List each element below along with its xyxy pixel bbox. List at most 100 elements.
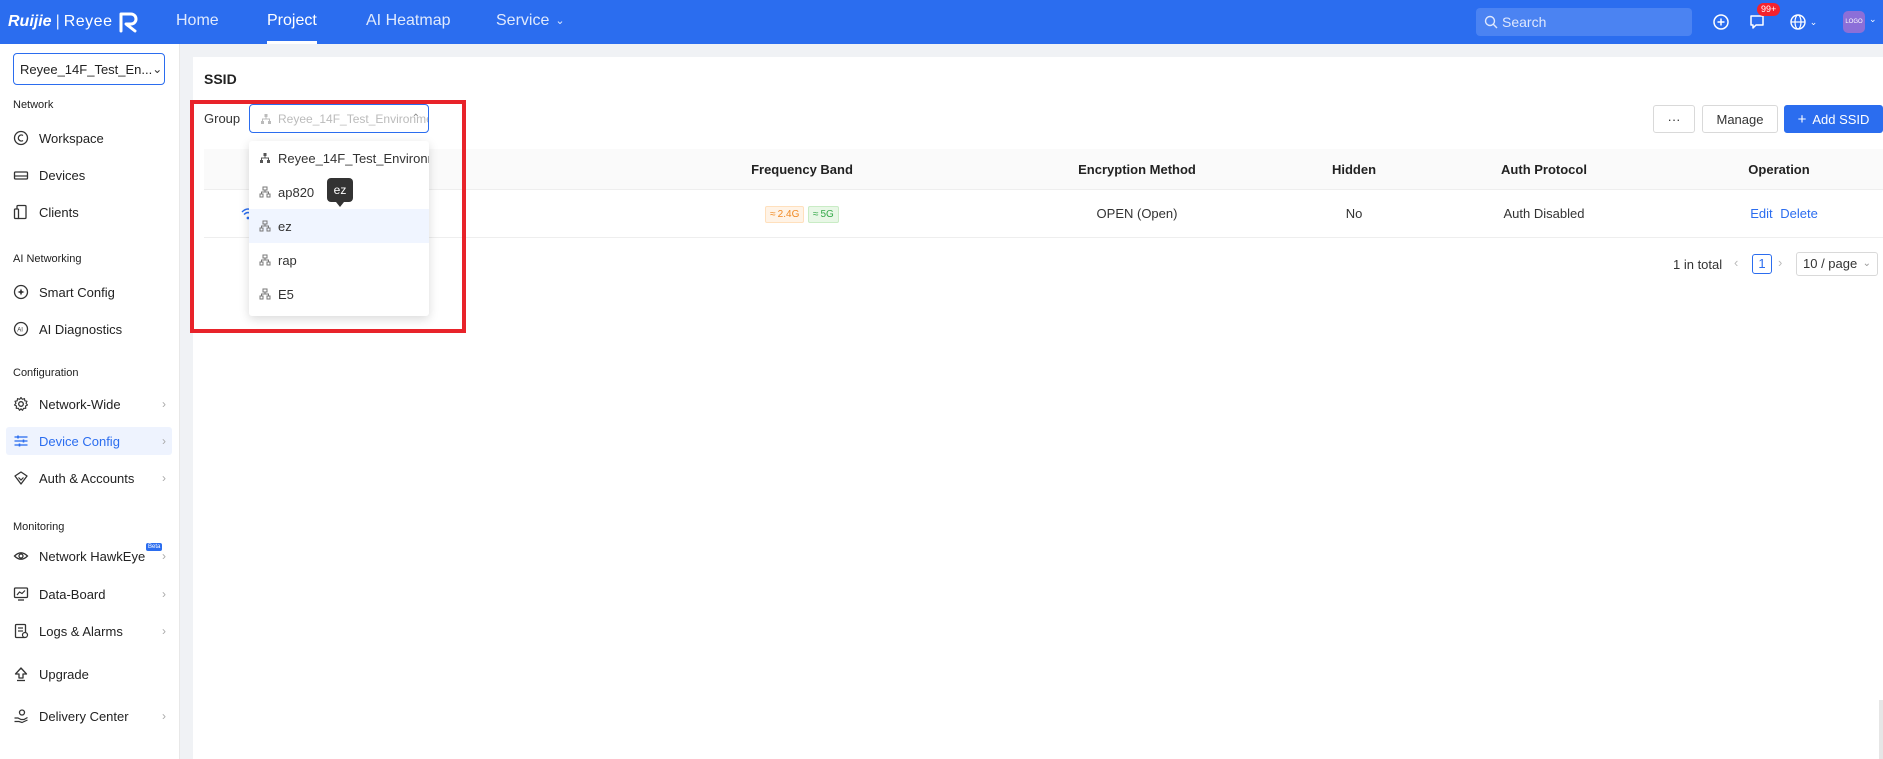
chevron-right-icon: ›: [162, 434, 166, 448]
dropdown-option-rap[interactable]: rap: [249, 243, 429, 277]
sidebar-item-network-hawkeye[interactable]: Network HawkEye Beta ›: [6, 542, 172, 570]
project-name: Reyee_14F_Test_En...: [20, 61, 153, 77]
option-tooltip: ez: [327, 178, 353, 207]
group-tree-icon: [261, 113, 271, 124]
subgroup-icon: [259, 254, 271, 266]
sidebar-item-auth-accounts[interactable]: Auth & Accounts ›: [6, 464, 172, 492]
scrollbar-track[interactable]: [1879, 700, 1883, 759]
column-header-frequency-band[interactable]: Frequency Band: [747, 149, 857, 190]
monitor-chart-icon: [13, 587, 29, 601]
chevron-right-icon: ›: [162, 549, 166, 563]
sidebar-item-devices[interactable]: Devices: [6, 161, 172, 189]
chevron-right-icon: ›: [162, 397, 166, 411]
search-input[interactable]: Search: [1476, 8, 1692, 36]
sidebar-item-label: Logs & Alarms: [39, 623, 123, 639]
subgroup-icon: [259, 186, 271, 198]
beta-badge: Beta: [146, 543, 163, 551]
band-5g-label: 5G: [820, 209, 834, 221]
logo-product-text: Reyee: [63, 13, 113, 30]
nav-home[interactable]: Home: [176, 0, 219, 44]
dropdown-option-ez[interactable]: ez: [249, 209, 429, 243]
add-ssid-button[interactable]: + Add SSID: [1784, 105, 1883, 133]
sidebar: Reyee_14F_Test_En... ⌄ Network Workspace…: [0, 44, 180, 759]
section-title-ai-networking: AI Networking: [13, 253, 82, 265]
group-label: Group: [204, 111, 241, 126]
sidebar-item-device-config[interactable]: Device Config ›: [6, 427, 172, 455]
band-5g-tag: ≈ 5G: [807, 206, 839, 224]
search-icon: [1484, 15, 1498, 29]
logo-brand-text: Ruijie: [8, 13, 52, 30]
sidebar-item-ai-diagnostics[interactable]: AI AI Diagnostics: [6, 315, 172, 343]
nav-ai-heatmap[interactable]: AI Heatmap: [366, 0, 450, 44]
chevron-down-icon: ⌄: [152, 62, 163, 76]
section-title-monitoring: Monitoring: [13, 521, 65, 533]
column-header-hidden[interactable]: Hidden: [1314, 149, 1394, 190]
add-circle-icon[interactable]: [1709, 10, 1733, 34]
subgroup-icon: [259, 288, 271, 300]
dropdown-option-e5[interactable]: E5: [249, 277, 429, 311]
devices-icon: [13, 171, 29, 180]
dropdown-option-label: ez: [278, 218, 292, 234]
edit-link[interactable]: Edit: [1750, 206, 1772, 221]
sidebar-item-clients[interactable]: Clients: [6, 198, 172, 226]
sidebar-item-label: Delivery Center: [39, 708, 129, 724]
svg-text:AI: AI: [17, 328, 23, 334]
sidebar-item-logs-alarms[interactable]: Logs & Alarms ›: [6, 617, 172, 645]
dropdown-option-label: Reyee_14F_Test_Environment: [278, 150, 429, 166]
sidebar-item-data-board[interactable]: Data-Board ›: [6, 580, 172, 608]
chevron-up-icon: ⌃: [411, 113, 420, 124]
logo-separator: |: [55, 13, 60, 30]
sidebar-item-workspace[interactable]: Workspace: [6, 124, 172, 152]
dropdown-option-label: rap: [278, 252, 297, 268]
shield-icon: [14, 471, 28, 485]
project-selector[interactable]: Reyee_14F_Test_En... ⌄: [13, 53, 165, 85]
dropdown-option-label: ap820: [278, 184, 315, 200]
chevron-down-icon: ⌄: [1809, 16, 1818, 27]
sidebar-item-label: Network-Wide: [39, 396, 121, 412]
group-selector-value: Reyee_14F_Test_Environment: [278, 111, 429, 126]
column-header-encryption-method[interactable]: Encryption Method: [1062, 149, 1212, 190]
ai-diagnostics-icon: AI: [13, 321, 29, 337]
dropdown-option-root-group[interactable]: Reyee_14F_Test_Environment: [249, 141, 429, 175]
brand-logo[interactable]: Ruijie | Reyee: [8, 8, 142, 36]
section-title-configuration: Configuration: [13, 367, 79, 379]
dropdown-option-label: E5: [278, 286, 294, 302]
sidebar-item-upgrade[interactable]: Upgrade: [6, 660, 172, 688]
more-options-button[interactable]: ···: [1653, 105, 1695, 133]
section-title-network: Network: [13, 99, 54, 111]
chevron-right-icon: ›: [162, 624, 166, 638]
notification-badge: 99+: [1757, 3, 1781, 16]
pagination-next-icon[interactable]: ›: [1778, 255, 1782, 270]
top-navigation-bar: Ruijie | Reyee Home Project AI Heatmap S…: [0, 0, 1883, 44]
band-24g-tag: ≈ 2.4G: [765, 206, 805, 224]
group-tree-icon: [260, 153, 270, 163]
column-header-operation[interactable]: Operation: [1734, 149, 1824, 190]
upload-arrow-icon: [14, 667, 28, 682]
table-header: Frequency Band Encryption Method Hidden …: [204, 149, 1883, 190]
column-header-auth-protocol[interactable]: Auth Protocol: [1489, 149, 1599, 190]
sidebar-item-delivery-center[interactable]: Delivery Center ›: [6, 702, 172, 730]
eye-icon: [13, 552, 29, 560]
language-selector[interactable]: ⌄: [1786, 10, 1820, 34]
delete-link[interactable]: Delete: [1780, 206, 1818, 221]
pagination-prev-icon[interactable]: ‹: [1734, 255, 1738, 270]
globe-icon: [1790, 14, 1806, 30]
add-ssid-label: Add SSID: [1812, 111, 1870, 127]
page-title: SSID: [204, 71, 237, 87]
group-dropdown-menu: Reyee_14F_Test_Environment ap820 ez rap …: [249, 141, 429, 316]
sidebar-item-smart-config[interactable]: Smart Config: [6, 278, 172, 306]
clients-icon: [13, 204, 27, 220]
page-size-select[interactable]: 10 / page ⌄: [1796, 252, 1878, 276]
sidebar-item-network-wide[interactable]: Network-Wide ›: [6, 390, 172, 418]
table-row: ≈ 2.4G ≈ 5G OPEN (Open) No Auth Disabled…: [204, 190, 1883, 238]
group-selector[interactable]: Reyee_14F_Test_Environment ⌃: [249, 104, 429, 133]
nav-project[interactable]: Project: [267, 0, 317, 44]
avatar-chevron-down-icon[interactable]: ⌄: [1869, 14, 1877, 25]
manage-button[interactable]: Manage: [1702, 105, 1778, 133]
auth-protocol-cell: Auth Disabled: [1503, 206, 1585, 221]
pagination-page-button[interactable]: 1: [1752, 254, 1772, 274]
sidebar-item-label: Upgrade: [39, 666, 89, 682]
avatar[interactable]: LOGO: [1843, 11, 1865, 33]
nav-service[interactable]: Service ⌄: [496, 0, 565, 44]
smart-config-icon: [13, 284, 29, 300]
